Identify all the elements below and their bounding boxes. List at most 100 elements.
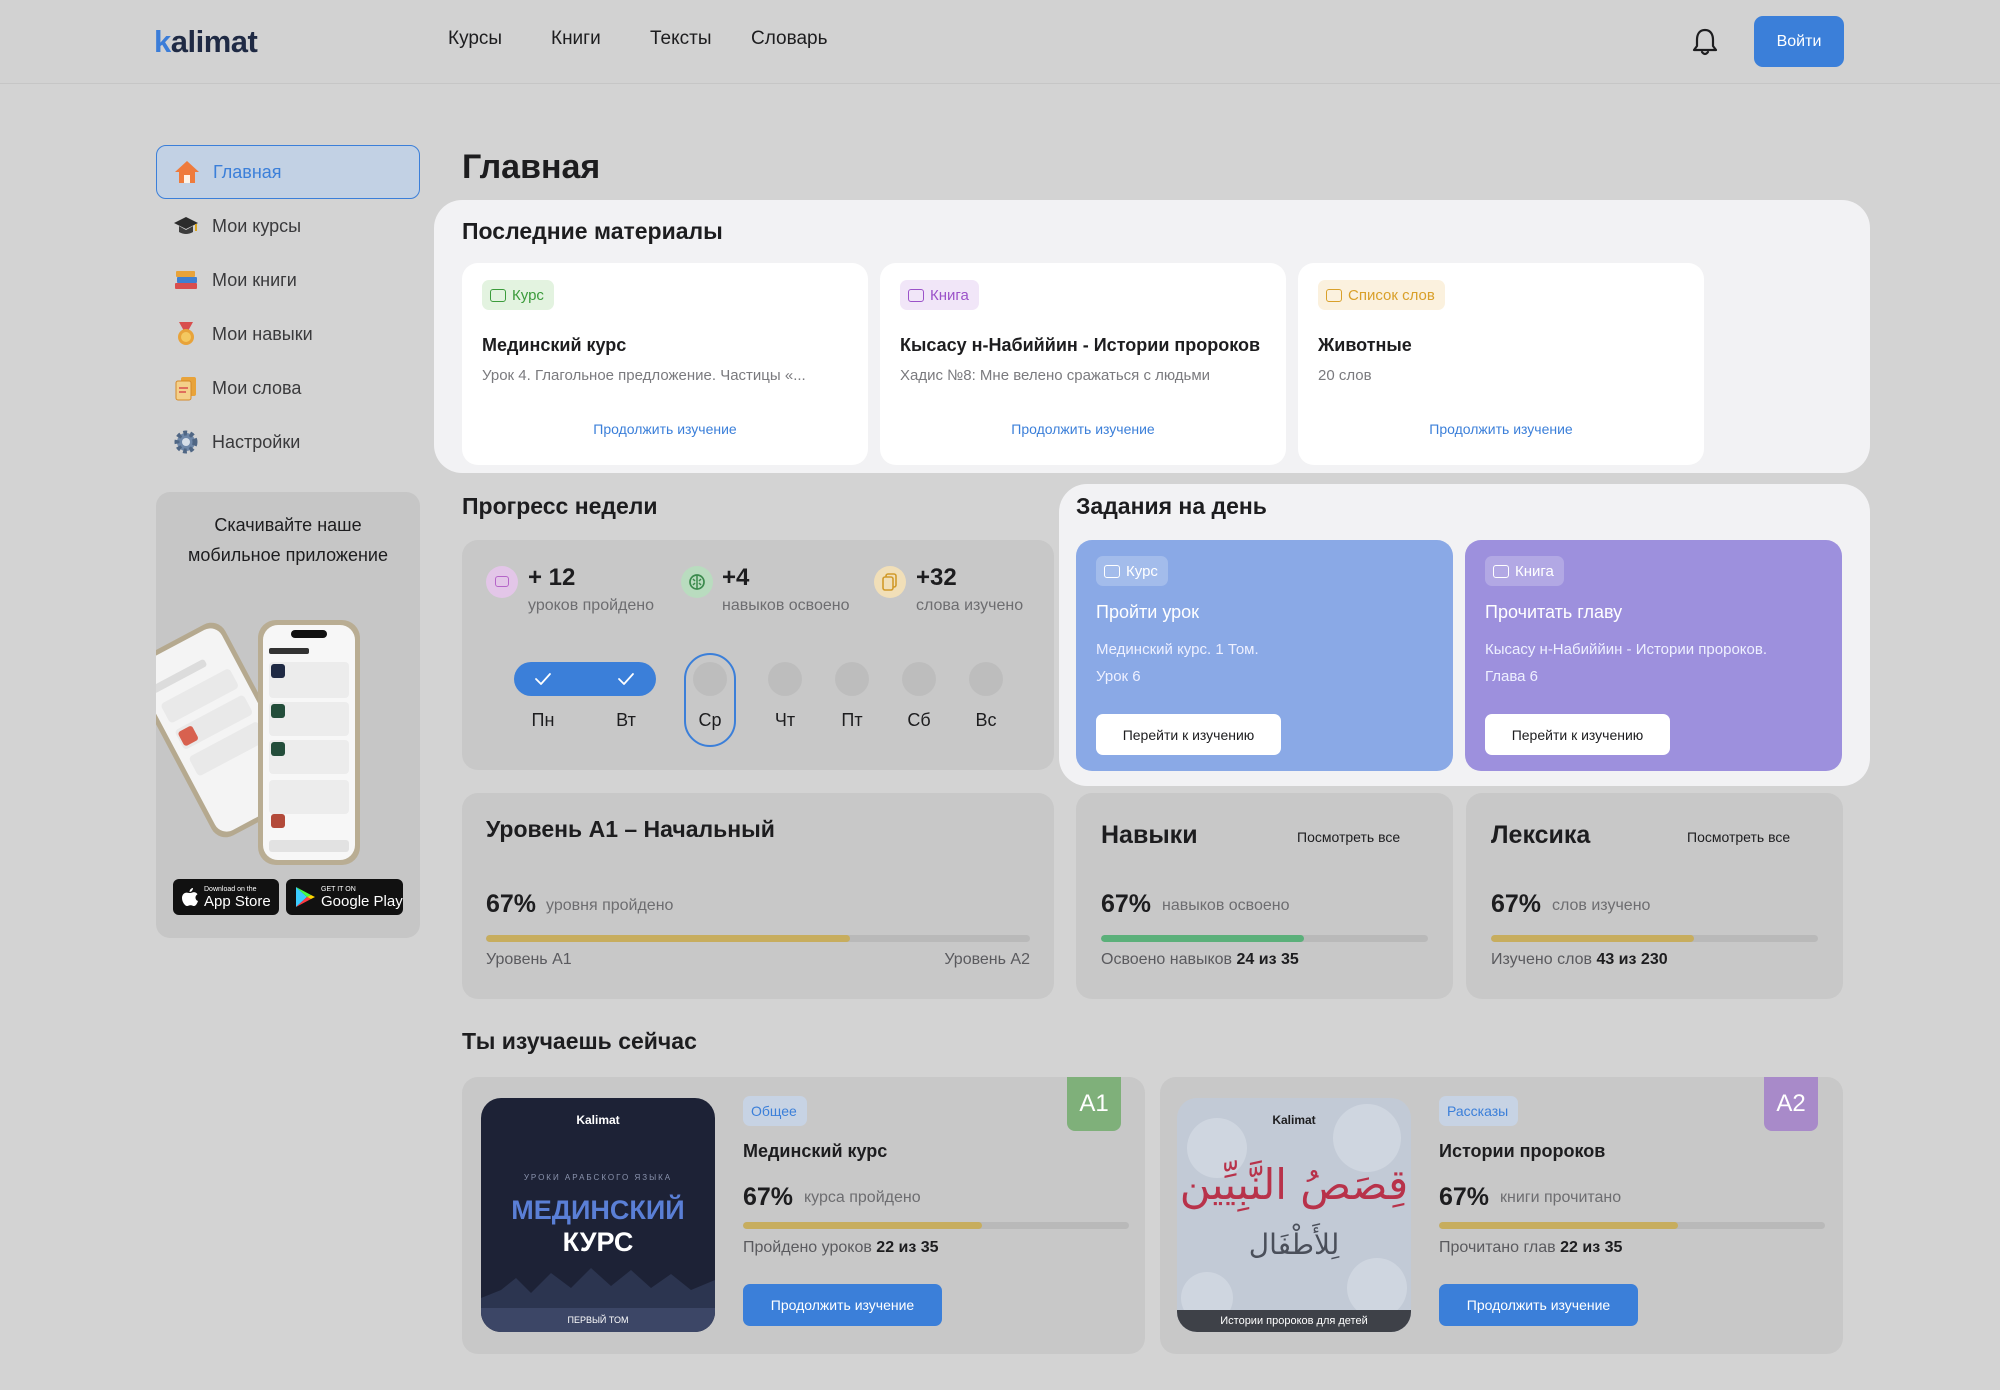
sidebar-item-my-courses[interactable]: Мои курсы [156,199,420,253]
books-icon [172,266,200,294]
card-subtitle: Хадис №8: Мне велено сражаться с людьми [900,367,1211,384]
skills-see-all-link[interactable]: Посмотреть все [1297,829,1400,845]
lessons-icon [486,566,518,598]
continue-study-button[interactable]: Продолжить изучение [743,1284,942,1326]
book-percent-label: книги прочитано [1500,1189,1622,1206]
day-label: Пн [531,710,555,730]
lexicon-see-all-link[interactable]: Посмотреть все [1687,829,1790,845]
week-progress-card: + 12 уроков пройдено +4 навыков освоено … [462,540,1054,770]
words-count: +32 [916,564,957,591]
book-title: Истории пророков [1439,1141,1606,1161]
promo-title: Скачивайте наше мобильное приложение [188,515,388,565]
top-header: kalimat Курсы Книги Тексты Словарь Войти [0,0,2000,84]
continue-link[interactable]: Продолжить изучение [1298,421,1704,437]
skills-card: Навыки Посмотреть все 67% навыков освоен… [1076,793,1453,999]
login-button[interactable]: Войти [1754,16,1844,67]
course-progress-bar [743,1222,1129,1229]
recent-card-wordlist[interactable]: Список слов Животные 20 слов Продолжить … [1298,263,1704,465]
check-icon [618,673,634,685]
skills-count: Освоено навыков 24 из 35 [1101,951,1299,968]
day-circle [693,662,727,696]
tag-book: Книга [1485,556,1564,586]
gear-icon [172,428,200,456]
sidebar-item-home[interactable]: Главная [156,145,420,199]
day-label: Сб [907,710,931,730]
card-title: Животные [1318,335,1412,355]
task-card-chapter: Книга Прочитать главу Кысасу н-Набиййин … [1465,540,1842,771]
book-percent: 67% [1439,1183,1490,1211]
go-to-study-button[interactable]: Перейти к изучению [1096,714,1281,755]
course-title: Мединский курс [743,1141,888,1161]
skills-percent: 67% [1101,890,1152,918]
word-cards-icon [172,374,200,402]
category-badge: Рассказы [1439,1096,1519,1126]
recent-materials-title: Последние материалы [462,218,723,244]
level-progress-bar [486,935,1030,942]
sidebar-item-my-words[interactable]: Мои слова [156,361,420,415]
lessons-count: + 12 [528,564,576,591]
day-circle [969,662,1003,696]
check-icon [535,673,551,685]
lexicon-card: Лексика Посмотреть все 67% слов изучено … [1466,793,1843,999]
lessons-label: уроков пройдено [528,597,655,614]
nav-books[interactable]: Книги [551,28,601,50]
sidebar-item-label: Мои курсы [212,215,302,236]
nav-texts[interactable]: Тексты [650,28,712,50]
go-to-study-button[interactable]: Перейти к изучению [1485,714,1670,755]
card-subtitle: 20 слов [1318,367,1372,384]
bell-icon[interactable] [1692,27,1718,57]
phones-image [156,620,360,865]
medal-icon [172,320,200,348]
continue-study-button[interactable]: Продолжить изучение [1439,1284,1638,1326]
lexicon-percent: 67% [1491,890,1542,918]
tag-course: Курс [482,280,554,310]
brain-icon [681,566,713,598]
prophets-stories-cover[interactable]: Kalimat قِصَصُ النَّبِيِّين لِلأَطْفَال … [1177,1098,1411,1332]
task-subtitle: Мединский курс. 1 Том. Урок 6 [1096,641,1259,685]
course-lessons-count: Пройдено уроков 22 из 35 [743,1239,939,1256]
sidebar-item-label: Главная [213,161,282,182]
tag-book: Книга [900,280,979,310]
skills-progress-bar [1101,935,1428,942]
card-title: Мединский курс [482,335,627,355]
video-icon [1326,288,1342,302]
words-label: слова изучено [916,597,1024,614]
recent-card-book[interactable]: Книга Кысасу н-Набиййин - Истории пророк… [880,263,1286,465]
recent-card-course[interactable]: Курс Мединский курс Урок 4. Глагольное п… [462,263,868,465]
card-subtitle: Урок 4. Глагольное предложение. Частицы … [482,367,806,384]
skills-count: +4 [722,564,750,591]
sidebar-item-label: Мои навыки [212,323,313,344]
medina-course-cover[interactable]: Kalimat УРОКИ АРАБСКОГО ЯЗЫКА МЕДИНСКИЙ … [481,1098,715,1332]
sidebar-item-settings[interactable]: Настройки [156,415,420,469]
sidebar-item-my-skills[interactable]: Мои навыки [156,307,420,361]
day-label: Вс [975,710,997,730]
skills-label: навыков освоено [722,597,850,614]
sidebar-item-label: Мои слова [212,377,302,398]
day-label: Чт [774,710,796,730]
sidebar-item-my-books[interactable]: Мои книги [156,253,420,307]
kalimat-logo[interactable]: kalimat [154,24,258,60]
continue-link[interactable]: Продолжить изучение [880,421,1286,437]
nav-courses[interactable]: Курсы [448,28,502,50]
google-play-badge[interactable]: GET IT ON Google Play [286,879,403,915]
level-percent: 67% [486,890,537,918]
apple-icon [182,888,198,906]
continue-link[interactable]: Продолжить изучение [462,421,868,437]
task-card-lesson: Курс Пройти урок Мединский курс. 1 Том. У… [1076,540,1453,771]
book-progress-bar [1439,1222,1825,1229]
google-play-icon [296,887,315,907]
studying-card-book: Kalimat قِصَصُ النَّبِيِّين لِلأَطْفَال … [1160,1077,1843,1354]
day-circle [835,662,869,696]
card-title: Кысасу н-Набиййин - Истории пророков [900,335,1261,355]
studying-title: Ты изучаешь сейчас [462,1028,697,1054]
sidebar-item-label: Настройки [212,431,301,452]
level-percent-label: уровня пройдено [546,897,674,914]
app-store-badge[interactable]: Download on the App Store [173,879,279,915]
course-percent: 67% [743,1183,794,1211]
studying-card-course: Kalimat УРОКИ АРАБСКОГО ЯЗЫКА МЕДИНСКИЙ … [462,1077,1145,1354]
lexicon-progress-bar [1491,935,1818,942]
course-percent-label: курса пройдено [804,1189,921,1206]
skills-title: Навыки [1101,821,1198,849]
nav-dictionary[interactable]: Словарь [751,28,828,50]
book-chapters-count: Прочитано глав 22 из 35 [1439,1239,1623,1256]
